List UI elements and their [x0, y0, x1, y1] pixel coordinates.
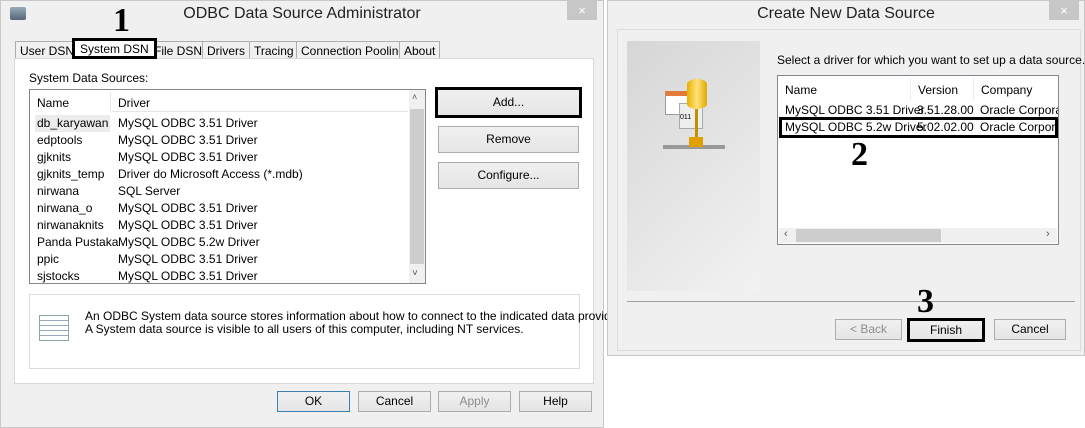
dsn-driver: Driver do Microsoft Access (*.mdb)	[118, 167, 303, 181]
data-sources-list[interactable]: Name Driver db_karyawan MySQL ODBC 3.51 D…	[29, 89, 426, 284]
table-row[interactable]: nirwana SQL Server	[32, 183, 408, 200]
add-button[interactable]: Add...	[435, 87, 582, 118]
horizontal-scrollbar[interactable]: ‹ ›	[779, 228, 1057, 243]
vertical-scrollbar[interactable]: ˄ ˅	[409, 90, 425, 283]
drivers-list[interactable]: Name Version Company MySQL ODBC 3.51 Dri…	[777, 75, 1059, 245]
dsn-driver: MySQL ODBC 3.51 Driver	[118, 201, 258, 215]
window-title: ODBC Data Source Administrator	[183, 5, 421, 22]
column-header-version[interactable]: Version	[912, 78, 974, 100]
apply-button[interactable]: Apply	[438, 391, 511, 412]
dsn-name: gjknits_temp	[37, 167, 105, 181]
scroll-left-icon[interactable]: ‹	[784, 228, 788, 240]
table-row[interactable]: db_karyawan MySQL ODBC 3.51 Driver	[32, 115, 408, 132]
table-row[interactable]: gjknits MySQL ODBC 3.51 Driver	[32, 149, 408, 166]
dsn-name: ppic	[37, 252, 60, 266]
dsn-name: sjstocks	[37, 269, 80, 283]
data-source-icon	[39, 315, 69, 341]
odbc-admin-window: ODBC Data Source Administrator × User DS…	[0, 0, 624, 428]
scroll-thumb[interactable]	[796, 229, 941, 242]
dsn-driver: MySQL ODBC 3.51 Driver	[118, 133, 258, 147]
dsn-name: nirwana	[37, 184, 80, 198]
column-header-name[interactable]: Name	[778, 78, 911, 100]
dsn-driver: MySQL ODBC 3.51 Driver	[118, 116, 258, 130]
info-text-line2: A System data source is visible to all u…	[85, 322, 524, 336]
tab-system-dsn[interactable]: System DSN	[72, 38, 157, 59]
dialog-title: Create New Data Source	[757, 5, 935, 22]
scroll-up-icon[interactable]: ˄	[412, 92, 417, 102]
info-box: An ODBC System data source stores inform…	[29, 294, 624, 369]
close-button[interactable]: ×	[567, 1, 597, 20]
tab-user-dsn[interactable]: User DSN	[15, 41, 80, 59]
table-row[interactable]: ppic MySQL ODBC 3.51 Driver	[32, 251, 408, 268]
finish-button[interactable]: Finish	[907, 318, 985, 342]
dialog-close-button[interactable]: ×	[1049, 1, 1079, 20]
column-header-company[interactable]: Company	[975, 78, 1059, 100]
dsn-name: nirwana_o	[37, 201, 93, 215]
section-label: System Data Sources:	[29, 71, 149, 85]
remove-button[interactable]: Remove	[438, 126, 579, 153]
dsn-driver: SQL Server	[118, 184, 181, 198]
dsn-driver: MySQL ODBC 3.51 Driver	[118, 252, 258, 266]
wizard-image: 011	[627, 41, 760, 291]
ok-button[interactable]: OK	[277, 391, 350, 412]
step-2-annotation: 2	[851, 136, 868, 173]
dsn-driver: MySQL ODBC 3.51 Driver	[118, 150, 258, 164]
cancel-button[interactable]: Cancel	[358, 391, 431, 412]
column-header-driver[interactable]: Driver	[112, 92, 408, 112]
table-row[interactable]: sjstocks MySQL ODBC 3.51 Driver	[32, 268, 408, 285]
dsn-name: db_karyawan	[35, 115, 111, 132]
database-driver-icon: 011	[663, 79, 725, 179]
table-row[interactable]: nirwanaknits MySQL ODBC 3.51 Driver	[32, 217, 408, 234]
column-header-name[interactable]: Name	[30, 92, 111, 112]
prompt-text: Select a driver for which you want to se…	[777, 53, 1085, 67]
step-3-annotation: 3	[917, 283, 934, 320]
dsn-driver: MySQL ODBC 3.51 Driver	[118, 269, 258, 283]
tab-drivers[interactable]: Drivers	[202, 41, 250, 59]
dsn-name: nirwanaknits	[37, 218, 104, 232]
driver-name: MySQL ODBC 5.2w Driver	[785, 120, 927, 134]
table-row[interactable]: edptools MySQL ODBC 3.51 Driver	[32, 132, 408, 149]
info-text-line1: An ODBC System data source stores inform…	[85, 309, 624, 323]
dsn-name: edptools	[37, 133, 83, 147]
tab-about[interactable]: About	[399, 41, 441, 59]
step-1-annotation: 1	[113, 2, 130, 39]
scroll-right-icon[interactable]: ›	[1046, 228, 1050, 240]
table-row[interactable]: Panda Pustaka MySQL ODBC 5.2w Driver	[32, 234, 408, 251]
tab-tracing[interactable]: Tracing	[249, 41, 299, 59]
tab-connection-pooling[interactable]: Connection Pooling	[296, 41, 411, 59]
scroll-down-icon[interactable]: ˅	[412, 268, 418, 279]
tab-file-dsn[interactable]: File DSN	[149, 41, 208, 59]
dsn-driver: MySQL ODBC 3.51 Driver	[118, 218, 258, 232]
table-row[interactable]: nirwana_o MySQL ODBC 3.51 Driver	[32, 200, 408, 217]
dsn-name: gjknits	[37, 150, 72, 164]
dsn-driver: MySQL ODBC 5.2w Driver	[118, 235, 260, 249]
dsn-name: Panda Pustaka	[37, 235, 119, 249]
driver-version: 5.02.02.00	[917, 120, 974, 134]
configure-button[interactable]: Configure...	[438, 162, 579, 189]
help-button[interactable]: Help	[519, 391, 592, 412]
scroll-thumb[interactable]	[410, 109, 424, 264]
table-row[interactable]: gjknits_temp Driver do Microsoft Access (…	[32, 166, 408, 183]
back-button[interactable]: < Back	[835, 319, 902, 340]
driver-row[interactable]: MySQL ODBC 5.2w Driver 5.02.02.00 Oracle C…	[779, 117, 1058, 138]
dialog-cancel-button[interactable]: Cancel	[994, 319, 1066, 340]
separator	[627, 301, 1075, 302]
create-data-source-dialog: Create New Data Source × 011 Select a dr…	[607, 0, 1085, 356]
driver-company: Oracle Corporati	[980, 120, 1056, 134]
